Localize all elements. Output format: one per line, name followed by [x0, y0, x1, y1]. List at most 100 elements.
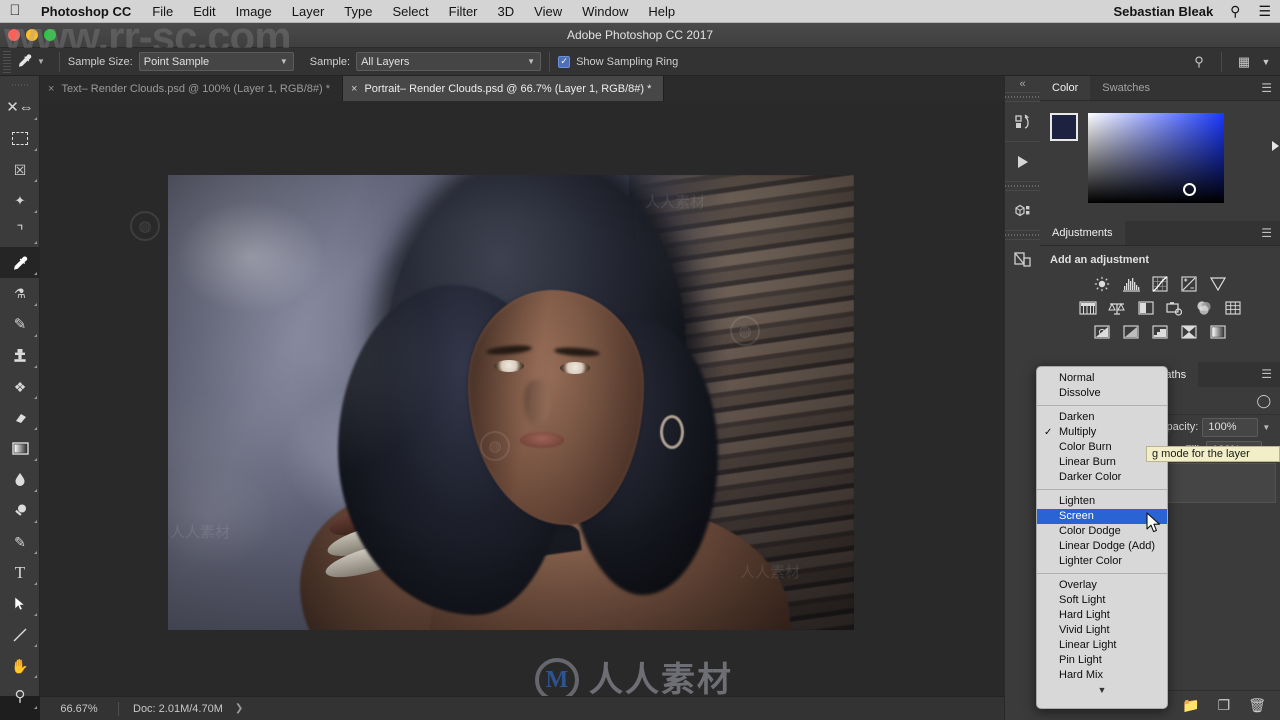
- 3d-icon[interactable]: [1005, 190, 1041, 230]
- clone-stamp-tool[interactable]: [0, 340, 40, 371]
- user-name[interactable]: Sebastian Bleak: [1105, 4, 1221, 19]
- status-expand-icon[interactable]: ❯: [235, 703, 243, 714]
- sample-size-select[interactable]: Point Sample ▼: [138, 52, 294, 71]
- close-icon[interactable]: ×: [351, 83, 357, 95]
- play-icon[interactable]: [1005, 141, 1041, 181]
- brightness-contrast-icon[interactable]: [1093, 275, 1111, 293]
- menu-layer[interactable]: Layer: [282, 4, 335, 19]
- menu-item-color-dodge[interactable]: Color Dodge: [1037, 524, 1167, 539]
- menu-image[interactable]: Image: [226, 4, 282, 19]
- document-image[interactable]: [168, 175, 854, 630]
- exposure-icon[interactable]: [1180, 275, 1198, 293]
- color-picker-cursor[interactable]: [1183, 183, 1196, 196]
- gradient-tool[interactable]: [0, 433, 40, 464]
- menu-item-normal[interactable]: Normal: [1037, 371, 1167, 386]
- gradient-map-icon[interactable]: [1209, 323, 1227, 341]
- photo-filter-icon[interactable]: [1165, 299, 1184, 317]
- menu-window[interactable]: Window: [572, 4, 638, 19]
- rail-grip[interactable]: [1005, 230, 1040, 239]
- line-tool[interactable]: [0, 619, 40, 650]
- menu-item-lighter-color[interactable]: Lighter Color: [1037, 554, 1167, 569]
- menu-help[interactable]: Help: [638, 4, 685, 19]
- document-tab-portrait[interactable]: × Portrait– Render Clouds.psd @ 66.7% (L…: [343, 76, 665, 101]
- collapse-panels-icon[interactable]: «: [1005, 76, 1040, 92]
- channel-mixer-icon[interactable]: [1195, 299, 1213, 317]
- rail-grip[interactable]: [1005, 181, 1040, 190]
- sample-select[interactable]: All Layers ▼: [356, 52, 542, 71]
- options-bar-grip[interactable]: [3, 50, 11, 73]
- maximize-icon[interactable]: [44, 29, 56, 41]
- selective-color-icon[interactable]: [1180, 323, 1198, 341]
- app-name-menu[interactable]: Photoshop CC: [30, 4, 142, 19]
- menu-item-vivid-light[interactable]: Vivid Light: [1037, 623, 1167, 638]
- menu-filter[interactable]: Filter: [439, 4, 488, 19]
- color-spectrum-field[interactable]: [1088, 113, 1224, 203]
- delete-layer-icon[interactable]: 🗑: [1248, 697, 1266, 714]
- curves-icon[interactable]: [1151, 275, 1169, 293]
- new-group-icon[interactable]: 📁: [1182, 697, 1199, 714]
- blur-tool[interactable]: [0, 464, 40, 495]
- menu-item-darker-color[interactable]: Darker Color: [1037, 470, 1167, 485]
- menu-item-darken[interactable]: Darken: [1037, 410, 1167, 425]
- opacity-value[interactable]: 100%: [1202, 417, 1259, 437]
- foreground-color-swatch[interactable]: [1050, 113, 1078, 141]
- search-icon[interactable]: ⚲: [1185, 54, 1213, 70]
- rail-grip[interactable]: [1005, 92, 1040, 101]
- menu-item-lighten[interactable]: Lighten: [1037, 494, 1167, 509]
- minimize-icon[interactable]: [26, 29, 38, 41]
- menu-item-screen[interactable]: Screen: [1037, 509, 1167, 524]
- pen-tool[interactable]: ✎: [0, 526, 40, 557]
- toolbar-grip[interactable]: [11, 80, 28, 90]
- black-white-icon[interactable]: [1137, 299, 1155, 317]
- close-icon[interactable]: [8, 29, 20, 41]
- blend-mode-dropdown[interactable]: Normal Dissolve Darken ✓ Multiply Color B…: [1036, 366, 1168, 709]
- filter-toggle-icon[interactable]: ◯: [1256, 393, 1271, 409]
- menu-edit[interactable]: Edit: [183, 4, 225, 19]
- healing-brush-tool[interactable]: ⚗: [0, 278, 40, 309]
- tab-swatches[interactable]: Swatches: [1090, 76, 1162, 100]
- show-sampling-ring-checkbox[interactable]: ✓ Show Sampling Ring: [558, 55, 678, 68]
- magic-wand-tool[interactable]: ✦: [0, 185, 40, 216]
- path-selection-tool[interactable]: [0, 588, 40, 619]
- dodge-tool[interactable]: [0, 495, 40, 526]
- zoom-tool[interactable]: ⚲: [0, 681, 40, 712]
- menu-item-pin-light[interactable]: Pin Light: [1037, 653, 1167, 668]
- menu-3d[interactable]: 3D: [488, 4, 525, 19]
- tab-color[interactable]: Color: [1040, 76, 1091, 100]
- workspace-icon[interactable]: ▦: [1230, 54, 1258, 70]
- marquee-tool[interactable]: [0, 123, 40, 154]
- brush-tool[interactable]: ✎: [0, 309, 40, 340]
- threshold-icon[interactable]: [1151, 323, 1169, 341]
- list-icon[interactable]: ☰: [1249, 3, 1280, 20]
- vibrance-icon[interactable]: [1209, 275, 1227, 293]
- move-tool[interactable]: ✕⇔: [0, 92, 40, 123]
- menu-file[interactable]: File: [142, 4, 183, 19]
- menu-item-dissolve[interactable]: Dissolve: [1037, 386, 1167, 401]
- zoom-level[interactable]: 66.67%: [40, 703, 118, 715]
- menu-item-overlay[interactable]: Overlay: [1037, 578, 1167, 593]
- more-tools-button[interactable]: •••: [0, 712, 40, 720]
- panel-menu-icon[interactable]: ☰: [1261, 82, 1272, 94]
- scroll-down-arrow-icon[interactable]: ▼: [1037, 683, 1167, 697]
- tab-adjustments[interactable]: Adjustments: [1040, 221, 1125, 245]
- eyedropper-tool[interactable]: [0, 247, 40, 278]
- hue-saturation-icon[interactable]: [1078, 299, 1097, 317]
- apple-icon[interactable]: : [0, 3, 30, 20]
- tool-preset-chevron-icon[interactable]: ▼: [37, 57, 51, 66]
- document-tab-text[interactable]: × Text– Render Clouds.psd @ 100% (Layer …: [40, 76, 344, 101]
- menu-view[interactable]: View: [524, 4, 572, 19]
- menu-item-hard-light[interactable]: Hard Light: [1037, 608, 1167, 623]
- menu-select[interactable]: Select: [382, 4, 438, 19]
- crop-tool[interactable]: ⌝: [0, 216, 40, 247]
- color-lookup-icon[interactable]: [1224, 299, 1242, 317]
- close-icon[interactable]: ×: [48, 83, 54, 95]
- levels-icon[interactable]: [1122, 275, 1140, 293]
- menu-type[interactable]: Type: [334, 4, 382, 19]
- properties-icon[interactable]: [1005, 239, 1041, 279]
- chevron-down-icon[interactable]: ▼: [1262, 423, 1270, 432]
- chevron-down-icon[interactable]: ▼: [1258, 57, 1274, 67]
- menu-item-multiply[interactable]: ✓ Multiply: [1037, 425, 1167, 440]
- eyedropper-icon[interactable]: [11, 53, 37, 71]
- new-layer-icon[interactable]: ❐: [1218, 697, 1231, 714]
- hand-tool[interactable]: ✋: [0, 650, 40, 681]
